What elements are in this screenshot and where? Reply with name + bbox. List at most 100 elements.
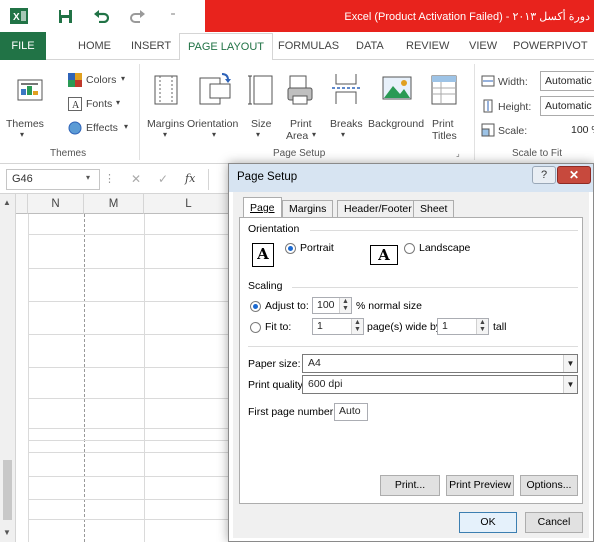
vertical-scrollbar[interactable]: ▲ ▼ bbox=[0, 194, 16, 542]
dialog-title: Page Setup bbox=[237, 171, 298, 183]
first-page-number-input[interactable]: Auto bbox=[334, 403, 368, 421]
spin-buttons-icon[interactable]: ▲ ▼ bbox=[339, 298, 351, 313]
first-page-number-label: First page number: bbox=[248, 406, 337, 418]
margins-button[interactable]: Margins ▾ bbox=[144, 68, 188, 140]
column-header-m[interactable]: M bbox=[84, 194, 144, 214]
portrait-icon: A bbox=[252, 243, 274, 267]
fonts-button[interactable]: A Fonts ▾ bbox=[66, 96, 136, 114]
fit-to-label[interactable]: Fit to: bbox=[265, 321, 291, 333]
landscape-radio[interactable] bbox=[404, 243, 415, 254]
chevron-down-icon: ▾ bbox=[212, 130, 217, 139]
orientation-section-label: Orientation bbox=[248, 223, 300, 235]
tab-powerpivot[interactable]: POWERPIVOT bbox=[513, 40, 588, 52]
cancel-button[interactable]: Cancel bbox=[525, 512, 583, 533]
paper-size-select[interactable]: A4 ▼ bbox=[302, 354, 578, 373]
adjust-to-input[interactable]: 100 ▲ ▼ bbox=[312, 297, 352, 314]
print-quality-select[interactable]: 600 dpi ▼ bbox=[302, 375, 578, 394]
print-titles-label-1: Print bbox=[432, 118, 454, 130]
print-button[interactable]: Print... bbox=[380, 475, 440, 496]
tab-page-layout[interactable]: PAGE LAYOUT bbox=[179, 33, 274, 61]
fonts-label: Fonts bbox=[86, 98, 113, 110]
tab-formulas[interactable]: FORMULAS bbox=[278, 40, 339, 52]
width-select[interactable]: Automatic bbox=[540, 71, 594, 91]
enter-entry-icon[interactable]: ✓ bbox=[158, 172, 168, 186]
tab-view[interactable]: VIEW bbox=[469, 40, 497, 52]
tall-label: tall bbox=[493, 321, 507, 333]
ribbon: Themes ▾ Colors ▾ A Fonts ▾ Effects ▾ Th… bbox=[0, 60, 594, 164]
undo-icon[interactable] bbox=[90, 6, 112, 26]
orientation-icon bbox=[198, 72, 231, 105]
options-button[interactable]: Options... bbox=[520, 475, 578, 496]
adjust-to-label[interactable]: Adjust to: bbox=[265, 300, 309, 312]
print-quality-value: 600 dpi bbox=[308, 378, 343, 390]
size-button[interactable]: Size ▾ bbox=[246, 68, 276, 140]
scroll-thumb[interactable] bbox=[3, 460, 12, 520]
tab-data[interactable]: DATA bbox=[356, 40, 384, 52]
orientation-button[interactable]: Orientation ▾ bbox=[186, 68, 242, 140]
paper-size-value: A4 bbox=[308, 357, 321, 369]
page-setup-launcher-icon[interactable]: ⌟ bbox=[456, 149, 460, 158]
chevron-down-icon[interactable]: ▼ bbox=[563, 355, 577, 372]
height-label: Height: bbox=[498, 101, 532, 113]
tab-page[interactable]: Page bbox=[243, 197, 282, 218]
height-select[interactable]: Automatic bbox=[540, 96, 594, 116]
formula-bar-grip-icon: ⋮ bbox=[104, 173, 115, 185]
fit-tall-input[interactable]: 1 ▲ ▼ bbox=[437, 318, 489, 335]
spin-buttons-icon[interactable]: ▲ ▼ bbox=[351, 319, 363, 334]
tab-home[interactable]: HOME bbox=[78, 40, 111, 52]
print-area-label-1: Print bbox=[290, 118, 312, 130]
fit-to-radio[interactable] bbox=[250, 322, 261, 333]
column-gridline bbox=[144, 214, 145, 542]
chevron-down-icon: ▾ bbox=[312, 130, 317, 139]
chevron-down-icon[interactable]: ▾ bbox=[86, 173, 90, 182]
help-button[interactable]: ? bbox=[532, 166, 556, 184]
close-button[interactable]: ✕ bbox=[557, 166, 591, 184]
ok-button[interactable]: OK bbox=[459, 512, 517, 533]
breaks-button[interactable]: Breaks ▾ bbox=[326, 68, 364, 140]
tab-sheet[interactable]: Sheet bbox=[413, 200, 455, 217]
column-header-l[interactable]: L bbox=[144, 194, 234, 214]
fit-wide-input[interactable]: 1 ▲ ▼ bbox=[312, 318, 364, 335]
column-header-n[interactable]: N bbox=[28, 194, 84, 214]
width-icon bbox=[481, 74, 495, 88]
background-button[interactable]: Background bbox=[366, 68, 426, 140]
portrait-label[interactable]: Portrait bbox=[300, 242, 334, 254]
group-divider bbox=[139, 64, 140, 160]
print-area-button[interactable]: Print Area ▾ bbox=[282, 68, 320, 142]
save-icon[interactable] bbox=[54, 6, 76, 26]
scroll-up-icon[interactable]: ▲ bbox=[3, 198, 11, 207]
column-gridline bbox=[28, 214, 29, 542]
themes-button[interactable]: Themes ▾ bbox=[4, 68, 56, 139]
effects-button[interactable]: Effects ▾ bbox=[66, 120, 136, 138]
scaling-section-label: Scaling bbox=[248, 280, 283, 292]
redo-icon[interactable] bbox=[127, 6, 149, 26]
column-header-corner[interactable] bbox=[16, 194, 28, 214]
chevron-down-icon[interactable]: ▼ bbox=[563, 376, 577, 393]
chevron-down-icon: ▾ bbox=[20, 130, 25, 139]
print-preview-button[interactable]: Print Preview bbox=[446, 475, 514, 496]
customize-qat-icon[interactable]: ⁼ bbox=[166, 6, 180, 26]
tab-file[interactable]: FILE bbox=[0, 32, 46, 60]
scroll-down-icon[interactable]: ▼ bbox=[3, 528, 11, 537]
svg-text:X: X bbox=[13, 12, 20, 23]
svg-text:A: A bbox=[72, 100, 80, 111]
landscape-label[interactable]: Landscape bbox=[419, 242, 470, 254]
scale-input[interactable]: 100 % bbox=[566, 120, 594, 140]
tab-insert[interactable]: INSERT bbox=[131, 40, 171, 52]
dialog-body: Page Margins Header/Footer Sheet Orienta… bbox=[233, 192, 589, 538]
tab-review[interactable]: REVIEW bbox=[406, 40, 449, 52]
paper-size-label: Paper size: bbox=[248, 358, 301, 370]
print-titles-button[interactable]: Print Titles bbox=[426, 68, 462, 142]
dialog-title-bar[interactable]: Page Setup ? ✕ bbox=[229, 164, 593, 192]
adjust-to-radio[interactable] bbox=[250, 301, 261, 312]
background-icon bbox=[382, 76, 412, 106]
insert-function-icon[interactable]: fx bbox=[185, 172, 195, 185]
colors-button[interactable]: Colors ▾ bbox=[66, 72, 136, 90]
tab-margins[interactable]: Margins bbox=[282, 200, 334, 217]
themes-label: Themes bbox=[6, 118, 44, 130]
cancel-entry-icon[interactable]: ✕ bbox=[131, 172, 141, 186]
pages-wide-label: page(s) wide by bbox=[367, 321, 442, 333]
portrait-radio[interactable] bbox=[285, 243, 296, 254]
spin-buttons-icon[interactable]: ▲ ▼ bbox=[476, 319, 488, 334]
tab-header-footer[interactable]: Header/Footer bbox=[337, 200, 419, 217]
